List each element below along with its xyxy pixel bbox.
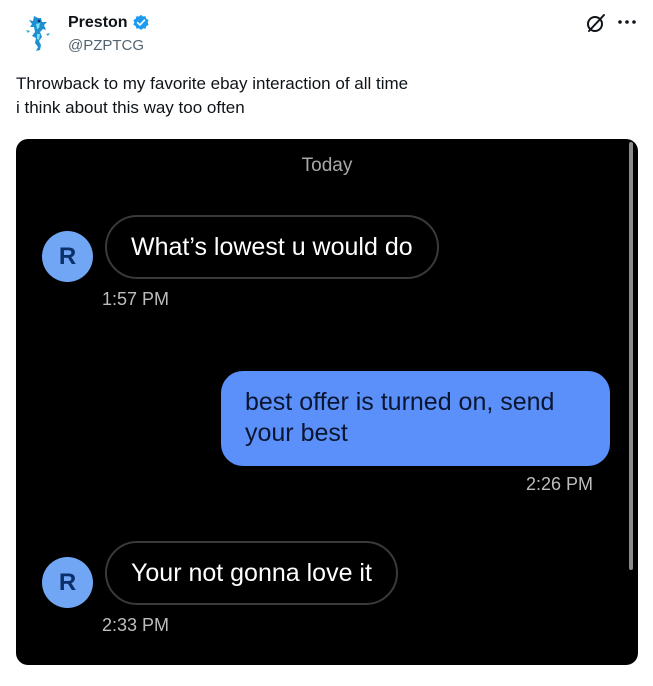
tweet: Preston @PZPTCG Throwback to my favorite…: [0, 0, 653, 686]
message-time: 2:33 PM: [102, 615, 170, 635]
tweet-text: Throwback to my favorite ebay interactio…: [16, 72, 616, 120]
seahorse-avatar-icon: [16, 12, 60, 56]
outgoing-message-line: your best: [245, 419, 348, 447]
author-name-text[interactable]: Preston: [68, 13, 128, 33]
message-time: 2:26 PM: [526, 474, 594, 494]
author-name[interactable]: Preston: [68, 13, 150, 33]
verified-badge-icon: [132, 14, 149, 31]
media-image[interactable]: Today R What’s lowest u would do 1:57 PM…: [16, 139, 638, 665]
author-handle[interactable]: @PZPTCG: [68, 36, 144, 56]
message-time: 1:57 PM: [102, 289, 170, 309]
tweet-text-line: i think about this way too often: [16, 98, 245, 117]
tweet-text-line: Throwback to my favorite ebay interactio…: [16, 74, 409, 93]
sender-avatar: R: [42, 231, 93, 282]
slashed-circle-icon: [587, 14, 605, 32]
incoming-message-bubble: Your not gonna love it: [105, 541, 398, 605]
grok-button[interactable]: [585, 12, 607, 34]
incoming-message-bubble: What’s lowest u would do: [105, 215, 439, 279]
more-horizontal-icon: [618, 20, 636, 24]
day-label: Today: [301, 155, 353, 176]
avatar[interactable]: [16, 12, 60, 56]
more-options-button[interactable]: [615, 11, 639, 33]
scrollbar: [629, 142, 633, 570]
outgoing-message-bubble: best offer is turned on, send your best: [221, 371, 610, 466]
sender-avatar: R: [42, 557, 93, 608]
outgoing-message-line: best offer is turned on, send: [245, 388, 555, 416]
